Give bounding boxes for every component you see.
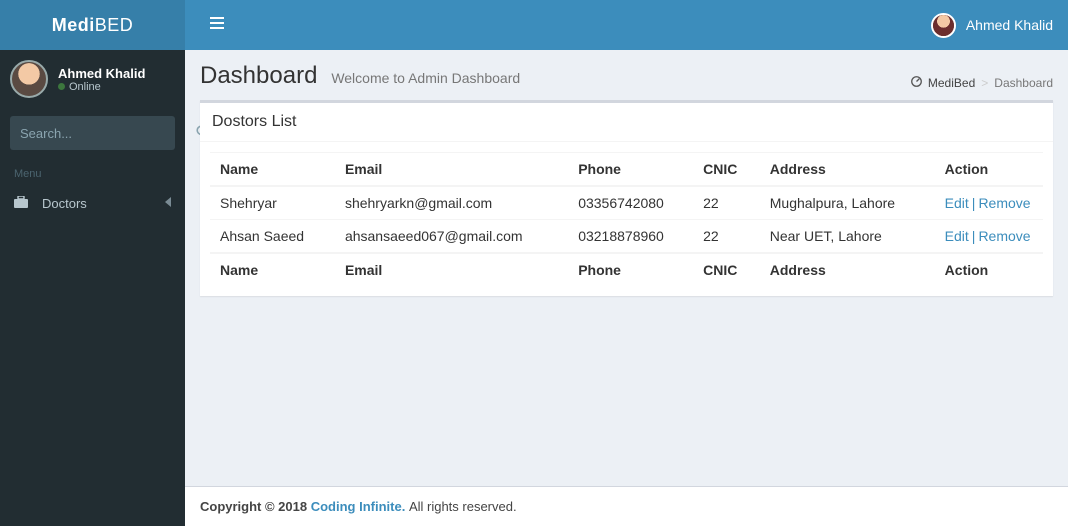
search-input[interactable] [20, 116, 196, 150]
col-email: Email [335, 153, 568, 187]
sidebar-item-label: Doctors [42, 196, 87, 211]
topbar: MediBED Ahmed Khalid [0, 0, 1068, 50]
top-user-menu[interactable]: Ahmed Khalid [931, 13, 1053, 38]
topbar-main: Ahmed Khalid [185, 0, 1068, 50]
online-dot-icon [58, 83, 65, 90]
menu-toggle-button[interactable] [200, 11, 234, 40]
col-action: Action [935, 153, 1043, 187]
sidebar-user-name: Ahmed Khalid [58, 66, 145, 81]
col-address: Address [760, 153, 935, 187]
sidebar-user-status: Online [58, 81, 145, 93]
col-name: Name [210, 153, 335, 187]
col-phone: Phone [568, 153, 693, 187]
table-row: Shehryar shehryarkn@gmail.com 0335674208… [210, 186, 1043, 220]
breadcrumb-current: Dashboard [994, 76, 1053, 90]
top-user-name: Ahmed Khalid [966, 17, 1053, 33]
edit-link[interactable]: Edit [945, 228, 969, 244]
doctors-list-box: Dostors List Name Email Phone CNIC Addre… [200, 100, 1053, 296]
sidebar-search[interactable] [10, 116, 175, 150]
content-header: Dashboard Welcome to Admin Dashboard Med… [185, 50, 1068, 100]
page-title: Dashboard [200, 62, 317, 89]
briefcase-icon [14, 196, 34, 211]
brand-logo[interactable]: MediBED [0, 0, 185, 50]
avatar [10, 60, 48, 98]
avatar [931, 13, 956, 38]
content-wrapper: Dashboard Welcome to Admin Dashboard Med… [185, 50, 1068, 526]
table-footer-row: Name Email Phone CNIC Address Action [210, 253, 1043, 286]
remove-link[interactable]: Remove [978, 195, 1030, 211]
brand-prefix: Medi [52, 15, 95, 36]
table-body: Shehryar shehryarkn@gmail.com 0335674208… [210, 186, 1043, 253]
table-row: Ahsan Saeed ahsansaeed067@gmail.com 0321… [210, 220, 1043, 254]
dashboard-icon [911, 76, 922, 90]
menu-header: Menu [0, 158, 185, 186]
sidebar-item-doctors[interactable]: Doctors [0, 186, 185, 221]
brand-suffix: BED [95, 15, 134, 36]
footer: Copyright © 2018 Coding Infinite. All ri… [185, 486, 1068, 526]
breadcrumb: MediBed > Dashboard [911, 76, 1053, 90]
chevron-right-icon: > [981, 76, 988, 90]
chevron-left-icon [165, 197, 171, 210]
page-subtitle: Welcome to Admin Dashboard [331, 70, 520, 86]
doctors-table: Name Email Phone CNIC Address Action She… [210, 152, 1043, 286]
content: Dostors List Name Email Phone CNIC Addre… [185, 100, 1068, 486]
box-body: Name Email Phone CNIC Address Action She… [200, 142, 1053, 296]
breadcrumb-home[interactable]: MediBed [928, 76, 975, 90]
edit-link[interactable]: Edit [945, 195, 969, 211]
sidebar: Ahmed Khalid Online Menu Doctors [0, 50, 185, 526]
table-header-row: Name Email Phone CNIC Address Action [210, 153, 1043, 187]
sidebar-user-panel: Ahmed Khalid Online [0, 50, 185, 108]
col-cnic: CNIC [693, 153, 760, 187]
box-title: Dostors List [200, 103, 1053, 142]
footer-link[interactable]: Coding Infinite. [311, 499, 406, 514]
remove-link[interactable]: Remove [978, 228, 1030, 244]
bars-icon [210, 16, 224, 30]
